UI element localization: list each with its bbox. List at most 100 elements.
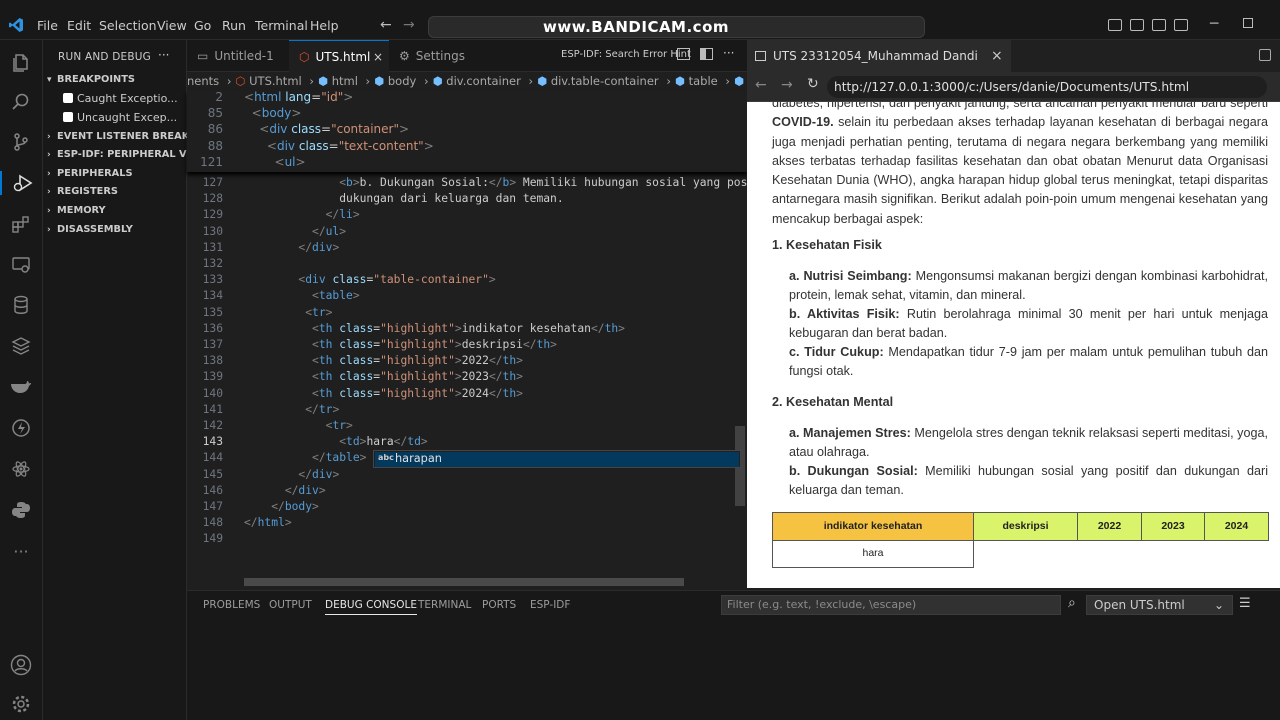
code-line[interactable]: <th class="highlight">2023</th>	[244, 370, 523, 383]
breadcrumb-item[interactable]: table	[689, 74, 718, 88]
code-line[interactable]: <th class="highlight">2024</th>	[244, 387, 523, 400]
menu-view[interactable]: View	[157, 0, 187, 40]
tab-problems[interactable]: PROBLEMS	[203, 599, 260, 611]
code-line[interactable]: <tr>	[244, 419, 353, 432]
esp-idf-icon[interactable]	[9, 416, 33, 440]
breakpoint-caught[interactable]: Caught Exceptio...	[63, 92, 178, 105]
breadcrumb-item[interactable]: nents	[187, 74, 219, 88]
extensions-icon[interactable]	[9, 212, 33, 236]
tab-terminal[interactable]: TERMINAL	[418, 599, 471, 611]
code-line[interactable]: <th class="highlight">indikator kesehata…	[244, 322, 625, 335]
customize-layout-icon[interactable]	[1174, 19, 1188, 31]
code-line[interactable]: <b>b. Dukungan Sosial:</b> Memiliki hubu…	[244, 176, 747, 189]
autocomplete-widget[interactable]: abc harapan	[373, 450, 741, 468]
tab-untitled-1[interactable]: ▭ Untitled-1	[187, 40, 289, 72]
database-icon[interactable]	[9, 293, 33, 317]
open-preview-icon[interactable]	[700, 48, 713, 60]
menu-run[interactable]: Run	[222, 0, 246, 40]
console-select[interactable]: Open UTS.html ⌄	[1086, 595, 1233, 615]
menu-file[interactable]: File	[37, 0, 58, 40]
checkbox[interactable]	[63, 93, 73, 103]
menu-go[interactable]: Go	[194, 0, 211, 40]
code-line[interactable]: <table>	[244, 289, 360, 302]
toggle-sidebar-icon[interactable]	[1108, 19, 1122, 31]
tab-output[interactable]: OUTPUT	[269, 599, 312, 611]
more-actions-icon[interactable]: ···	[723, 46, 734, 60]
tab-settings[interactable]: ⚙ Settings	[389, 40, 479, 72]
split-editor-icon[interactable]	[677, 48, 690, 60]
sidebar-section-registers[interactable]: › REGISTERS	[47, 186, 118, 197]
accounts-icon[interactable]	[9, 653, 33, 677]
docker-icon[interactable]	[9, 375, 33, 399]
code-line[interactable]: <body>	[244, 106, 302, 120]
code-line[interactable]: </tr>	[244, 403, 339, 416]
suggestion-item[interactable]: abc harapan	[375, 452, 739, 467]
code-line[interactable]: <div class="table-container">	[244, 273, 495, 286]
code-line[interactable]: </html>	[244, 516, 292, 529]
explorer-icon[interactable]	[9, 51, 33, 75]
browser-tab[interactable]: UTS 23312054_Muhammad Dandi Nugroho ×	[747, 40, 1011, 95]
breakpoints-section[interactable]: ▾ BREAKPOINTS	[47, 74, 135, 85]
search-icon[interactable]: ⌕	[1068, 595, 1076, 611]
refresh-icon[interactable]: ↻	[807, 76, 819, 92]
more-actions-icon[interactable]: ···	[158, 48, 169, 62]
filter-input[interactable]: Filter (e.g. text, !exclude, \escape)	[721, 595, 1061, 615]
code-line[interactable]: <th class="highlight">deskripsi</th>	[244, 338, 557, 351]
remote-explorer-icon[interactable]	[9, 253, 33, 277]
lock-icon[interactable]	[1259, 49, 1271, 61]
forward-arrow-icon[interactable]: →	[403, 17, 415, 33]
code-line[interactable]: <div class="text-content">	[244, 139, 434, 153]
checkbox[interactable]	[63, 112, 73, 122]
menu-help[interactable]: Help	[310, 0, 339, 40]
maximize-icon[interactable]	[1243, 18, 1253, 28]
back-arrow-icon[interactable]: ←	[755, 77, 767, 93]
breakpoint-uncaught[interactable]: Uncaught Excep...	[63, 111, 177, 124]
code-line[interactable]: </div>	[244, 484, 326, 497]
run-debug-icon[interactable]	[0, 171, 43, 195]
code-line[interactable]: <tr>	[244, 306, 332, 319]
python-icon[interactable]	[9, 498, 33, 522]
code-line[interactable]: </body>	[244, 500, 319, 513]
code-line[interactable]: <div class="container">	[244, 122, 409, 136]
tab-esp-idf[interactable]: ESP-IDF	[530, 599, 570, 611]
code-line[interactable]: </table>	[244, 451, 366, 464]
esp-idf-hint[interactable]: ESP-IDF: Search Error Hint	[561, 49, 691, 60]
code-line[interactable]: </li>	[244, 208, 360, 221]
layers-icon[interactable]	[9, 334, 33, 358]
url-bar[interactable]: http://127.0.0.1:3000/c:/Users/danie/Doc…	[827, 76, 1267, 98]
menu-terminal[interactable]: Terminal	[255, 0, 308, 40]
breadcrumb-item[interactable]: body	[388, 74, 416, 88]
source-control-icon[interactable]	[9, 130, 33, 154]
react-icon[interactable]	[9, 457, 33, 481]
close-icon[interactable]: ×	[991, 40, 1003, 72]
toggle-secondary-sidebar-icon[interactable]	[1152, 19, 1166, 31]
breadcrumb-item[interactable]: div.container	[446, 74, 521, 88]
tab-uts-html[interactable]: ⬡ UTS.html ×	[289, 40, 389, 72]
breadcrumb-item[interactable]: div.table-container	[551, 74, 659, 88]
menu-edit[interactable]: Edit	[67, 0, 91, 40]
horizontal-scrollbar[interactable]	[244, 578, 684, 586]
code-line[interactable]: </div>	[244, 468, 339, 481]
sidebar-section-peripherals[interactable]: › PERIPHERALS	[47, 168, 133, 179]
code-line[interactable]: </ul>	[244, 225, 346, 238]
code-line[interactable]: <ul>	[244, 155, 306, 169]
clear-console-icon[interactable]: ☰	[1239, 596, 1251, 611]
back-arrow-icon[interactable]: ←	[380, 17, 392, 33]
tab-ports[interactable]: PORTS	[482, 599, 516, 611]
tab-debug-console[interactable]: DEBUG CONSOLE	[325, 599, 417, 615]
toggle-panel-icon[interactable]	[1130, 19, 1144, 31]
code-line[interactable]: <html lang="id">	[244, 90, 353, 104]
code-line[interactable]: dukungan dari keluarga dan teman.	[244, 192, 563, 205]
breadcrumb-item[interactable]: UTS.html	[249, 74, 302, 88]
more-icon[interactable]: ···	[9, 539, 33, 563]
code-line[interactable]: <td>hara</td>	[244, 435, 427, 448]
code-line[interactable]: <th class="highlight">2022</th>	[244, 354, 523, 367]
search-icon[interactable]	[9, 90, 33, 114]
minimize-icon[interactable]: ─	[1210, 16, 1218, 32]
sidebar-section-event-listener[interactable]: › EVENT LISTENER BREAKP...	[47, 131, 206, 142]
settings-gear-icon[interactable]	[9, 692, 33, 716]
forward-arrow-icon[interactable]: →	[781, 77, 793, 93]
breadcrumb-item[interactable]: html	[332, 74, 358, 88]
sidebar-section-peripheral-view[interactable]: › ESP-IDF: PERIPHERAL VIE...	[47, 149, 208, 160]
code-line[interactable]: </div>	[244, 241, 339, 254]
